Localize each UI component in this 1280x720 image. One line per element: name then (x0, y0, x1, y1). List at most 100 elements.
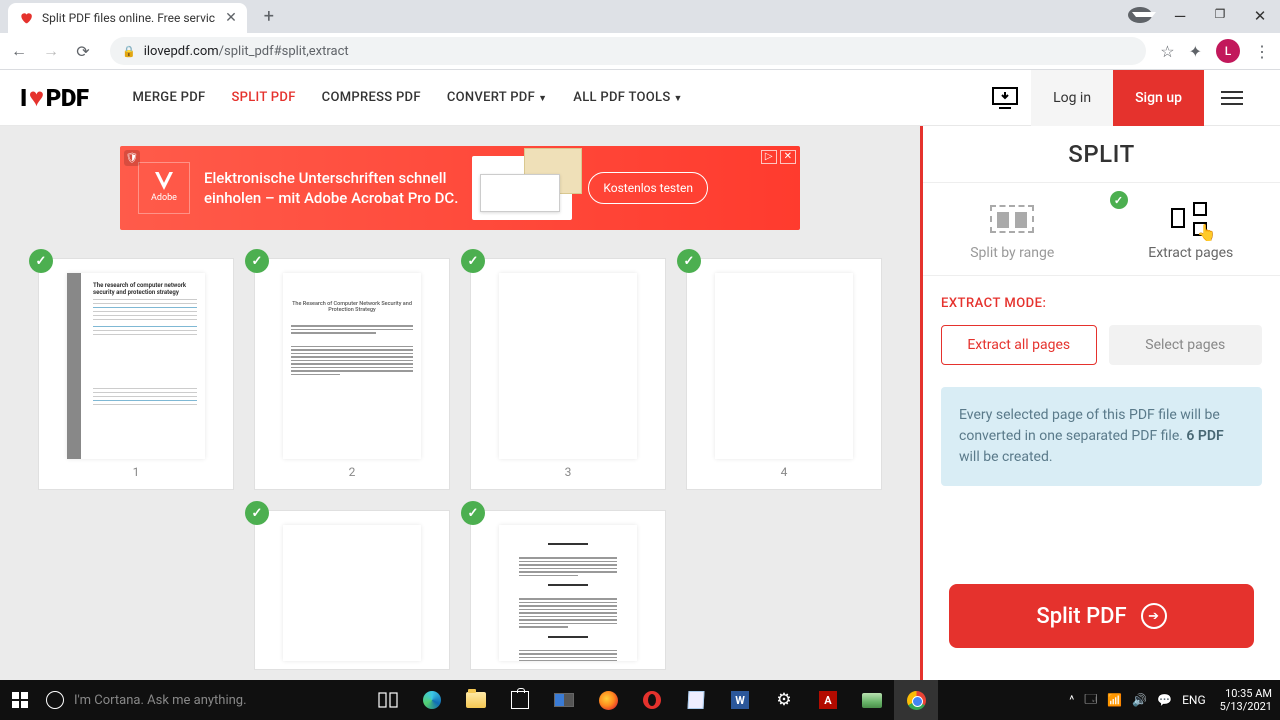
task-view-icon[interactable] (366, 680, 410, 720)
tray-language[interactable]: ENG (1182, 693, 1206, 707)
caret-down-icon: ▼ (538, 94, 547, 104)
check-icon: ✓ (245, 501, 269, 525)
tray-volume-icon[interactable]: 🔊 (1132, 693, 1147, 707)
header-right: Log in Sign up (979, 70, 1260, 126)
nav-split[interactable]: SPLIT PDF (231, 90, 295, 105)
url-path: /split_pdf#split,extract (219, 44, 349, 59)
extract-pages-icon: 👆 (1102, 199, 1280, 239)
taskbar-apps: W ⚙ A (366, 680, 938, 720)
back-icon[interactable]: ← (10, 41, 28, 61)
page-preview (715, 273, 853, 459)
nav-convert[interactable]: CONVERT PDF▼ (447, 90, 547, 105)
page-preview: The research of computer network securit… (67, 273, 205, 459)
sidebar-footer: Split PDF ➔ (923, 564, 1280, 680)
chrome-icon[interactable] (894, 680, 938, 720)
nav-compress[interactable]: COMPRESS PDF (322, 90, 421, 105)
tab-extract-pages[interactable]: ✓ 👆 Extract pages (1102, 183, 1280, 275)
page-preview: The Research of Computer Network Securit… (283, 273, 421, 459)
maximize-icon[interactable]: ❐ (1208, 7, 1232, 26)
site-logo[interactable]: I ♥ PDF (20, 82, 89, 113)
browser-tab[interactable]: Split PDF files online. Free servic ✕ (8, 3, 247, 33)
page-thumbnail[interactable]: ✓ The research of computer network secur… (38, 258, 234, 490)
new-tab-button[interactable]: + (255, 3, 283, 31)
forward-icon[interactable]: → (42, 41, 60, 61)
word-icon[interactable]: W (718, 680, 762, 720)
mode-tabs: ✓ Split by range ✓ 👆 Extract pages (923, 183, 1280, 276)
settings-icon[interactable]: ⚙ (762, 680, 806, 720)
minimize-icon[interactable]: — (1168, 7, 1192, 26)
chrome-profile-icon[interactable] (1128, 7, 1152, 26)
split-pdf-button[interactable]: Split PDF ➔ (949, 584, 1254, 648)
tab-split-by-range[interactable]: ✓ Split by range (923, 183, 1102, 275)
page-thumbnail[interactable]: ✓ (254, 510, 450, 670)
check-icon: ✓ (1110, 191, 1128, 209)
extract-mode-tabs: Extract all pages Select pages (941, 325, 1262, 365)
page-number: 2 (349, 465, 356, 479)
cortana-search-input[interactable]: I'm Cortana. Ask me anything. (40, 691, 360, 709)
desktop-app-icon[interactable] (979, 70, 1031, 126)
split-range-icon (923, 199, 1102, 239)
hamburger-menu-icon[interactable] (1204, 70, 1260, 126)
main-nav: MERGE PDF SPLIT PDF COMPRESS PDF CONVERT… (133, 90, 683, 105)
thumbnail-grid: ✓ ✓ (38, 510, 882, 680)
tab-label: Extract pages (1102, 245, 1280, 261)
tray-notifications-icon[interactable]: 💬 (1157, 693, 1172, 707)
cortana-icon (46, 691, 64, 709)
page-number: 1 (133, 465, 140, 479)
nav-all-label: ALL PDF TOOLS (573, 90, 670, 105)
ad-privacy-icon[interactable]: 🛡 (124, 150, 140, 166)
ad-choices-icon[interactable]: ▷✕ (761, 150, 796, 164)
tab-close-icon[interactable]: ✕ (215, 10, 237, 26)
bookmark-star-icon[interactable]: ☆ (1160, 42, 1174, 61)
signup-button[interactable]: Sign up (1113, 70, 1204, 126)
login-button[interactable]: Log in (1031, 70, 1113, 126)
ad-banner[interactable]: 🛡 ▷✕ Adobe Elektronische Unterschriften … (120, 146, 800, 230)
url-input[interactable]: 🔒 ilovepdf.com/split_pdf#split,extract (110, 37, 1146, 65)
ad-cta-button[interactable]: Kostenlos testen (588, 172, 708, 204)
check-icon: ✓ (245, 249, 269, 273)
start-button[interactable] (0, 680, 40, 720)
file-explorer-icon[interactable] (454, 680, 498, 720)
profile-avatar[interactable]: L (1216, 39, 1240, 63)
browser-tab-strip: Split PDF files online. Free servic ✕ + … (0, 0, 1280, 33)
ad-preview-image (472, 156, 572, 220)
extensions-icon[interactable]: ✦ (1189, 42, 1202, 61)
sidebar: SPLIT ✓ Split by range ✓ 👆 Extract pages… (923, 126, 1280, 680)
url-domain: ilovepdf.com (144, 44, 219, 59)
nav-merge[interactable]: MERGE PDF (133, 90, 206, 105)
close-window-icon[interactable]: ✕ (1248, 7, 1272, 26)
taskbar-app-icon[interactable] (542, 680, 586, 720)
select-pages-button[interactable]: Select pages (1109, 325, 1263, 365)
acrobat-icon[interactable]: A (806, 680, 850, 720)
taskbar-clock[interactable]: 10:35 AM 5/13/2021 (1212, 687, 1280, 713)
page-thumbnail[interactable]: ✓ (470, 510, 666, 670)
store-icon[interactable] (498, 680, 542, 720)
opera-icon[interactable] (630, 680, 674, 720)
page-preview (499, 525, 637, 661)
nav-all-tools[interactable]: ALL PDF TOOLS ▼ (573, 90, 682, 105)
tray-battery-icon[interactable]: 🗔 (1084, 690, 1097, 711)
page-thumbnail[interactable]: ✓ 3 (470, 258, 666, 490)
tray-network-icon[interactable]: 📶 (1107, 693, 1122, 707)
edge-icon[interactable] (410, 680, 454, 720)
page-thumbnail[interactable]: ✓ 4 (686, 258, 882, 490)
system-tray: ^ 🗔 📶 🔊 💬 ENG (1063, 690, 1211, 711)
ad-headline: Elektronische Unterschriften schnell ein… (204, 168, 458, 209)
app-body: 🛡 ▷✕ Adobe Elektronische Unterschriften … (0, 126, 1280, 680)
photos-icon[interactable] (850, 680, 894, 720)
clock-time: 10:35 AM (1220, 687, 1272, 700)
caret-down-icon: ▼ (674, 94, 683, 104)
tab-label: Split by range (923, 245, 1102, 261)
check-icon: ✓ (461, 249, 485, 273)
page-thumbnail[interactable]: ✓ The Research of Computer Network Secur… (254, 258, 450, 490)
notepad-icon[interactable] (674, 680, 718, 720)
ad-brand: Adobe (151, 194, 177, 204)
tray-chevron-icon[interactable]: ^ (1069, 693, 1074, 707)
chrome-menu-icon[interactable]: ⋮ (1254, 42, 1270, 61)
firefox-icon[interactable] (586, 680, 630, 720)
nav-convert-label: CONVERT PDF (447, 90, 535, 105)
info-message: Every selected page of this PDF file wil… (941, 387, 1262, 486)
extract-all-pages-button[interactable]: Extract all pages (941, 325, 1097, 365)
page-preview (499, 273, 637, 459)
reload-icon[interactable]: ⟳ (74, 42, 92, 61)
